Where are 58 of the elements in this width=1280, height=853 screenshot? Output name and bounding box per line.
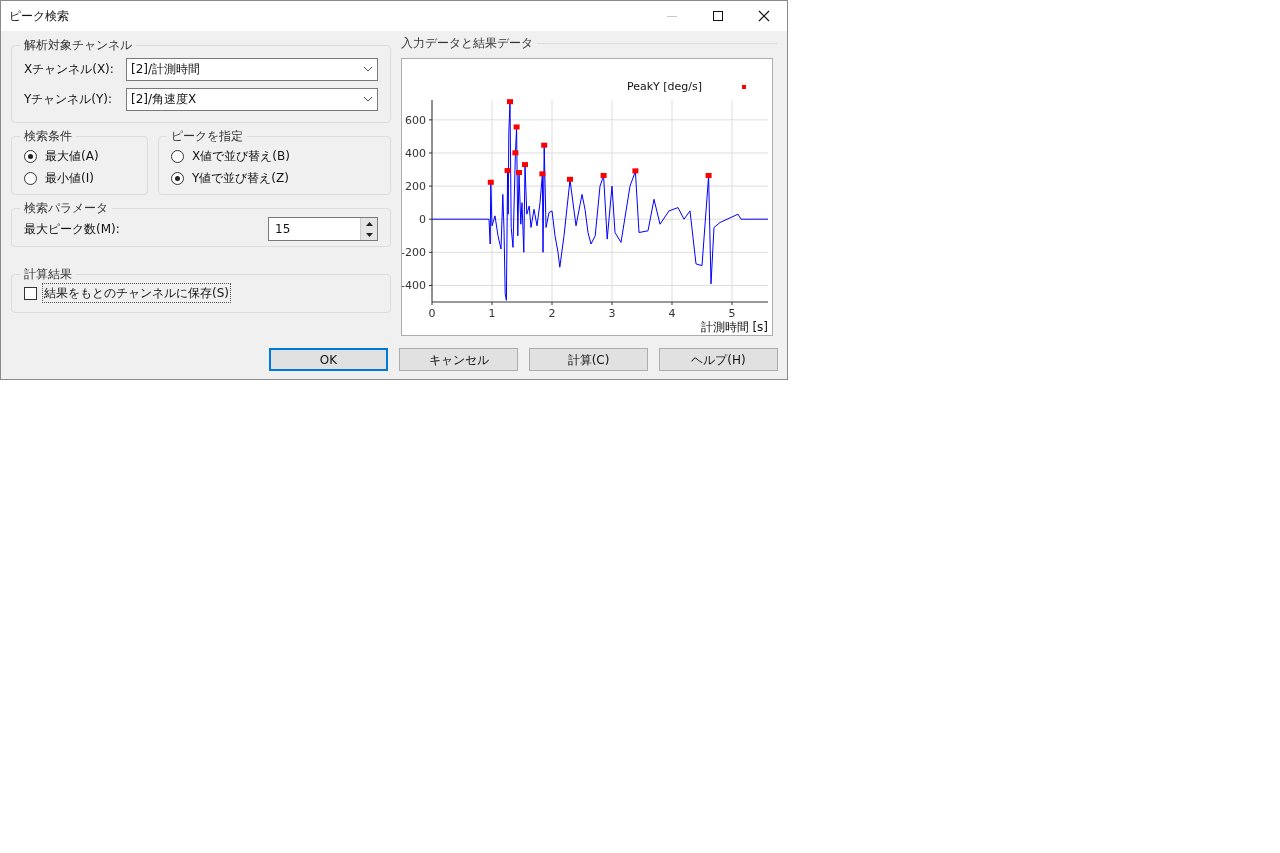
group-title: 検索条件 bbox=[23, 128, 73, 145]
x-axis-title: 計測時間 [s] bbox=[700, 320, 768, 334]
peak-marker bbox=[504, 168, 511, 174]
radio-button[interactable] bbox=[24, 149, 37, 163]
x-tick-label: 4 bbox=[668, 307, 676, 320]
channel-dropdown[interactable]: [2]/角速度X bbox=[126, 87, 378, 111]
spin-down-icon[interactable] bbox=[361, 229, 377, 240]
peak-marker bbox=[513, 124, 520, 130]
peak-marker bbox=[539, 171, 546, 177]
y-tick-label: 200 bbox=[405, 180, 426, 194]
peak-marker bbox=[632, 168, 639, 174]
group-title: 計算結果 bbox=[23, 266, 73, 283]
radio-option[interactable]: Y値で並び替え(Z) bbox=[171, 167, 378, 189]
peak-count-spinner[interactable]: 15 bbox=[268, 217, 378, 241]
checkbox[interactable] bbox=[24, 286, 37, 300]
peak-marker bbox=[516, 170, 522, 175]
group-title: 検索パラメータ bbox=[23, 200, 109, 217]
dialog-button[interactable]: OK bbox=[269, 348, 388, 371]
peak-marker bbox=[705, 173, 712, 178]
peak-marker bbox=[487, 179, 494, 185]
channel-dropdown[interactable]: [2]/計測時間 bbox=[126, 57, 378, 81]
chevron-down-icon bbox=[363, 96, 373, 102]
legend-marker bbox=[742, 85, 746, 90]
field-label: Yチャンネル(Y): bbox=[24, 91, 114, 108]
y-tick-label: -400 bbox=[402, 279, 426, 293]
radio-button[interactable] bbox=[24, 171, 37, 185]
radio-option[interactable]: 最大値(A) bbox=[24, 145, 135, 167]
radio-button[interactable] bbox=[171, 149, 184, 163]
field-label: 最大ピーク数(M): bbox=[24, 221, 121, 238]
y-tick-label: 0 bbox=[419, 213, 426, 227]
dialog-button[interactable]: 計算(C) bbox=[529, 348, 648, 371]
legend-label: PeakY [deg/s] bbox=[626, 79, 702, 95]
x-tick-label: 1 bbox=[488, 307, 496, 320]
group-title: ピークを指定 bbox=[170, 128, 244, 145]
x-tick-label: 5 bbox=[728, 307, 736, 320]
radio-option[interactable]: 最小値(I) bbox=[24, 167, 135, 189]
y-tick-label: 600 bbox=[405, 113, 426, 127]
x-tick-label: 3 bbox=[608, 307, 616, 320]
peak-marker bbox=[567, 176, 573, 182]
spin-up-icon[interactable] bbox=[361, 218, 377, 229]
peak-marker bbox=[600, 173, 607, 178]
peak-marker bbox=[522, 162, 528, 168]
peak-marker bbox=[507, 99, 513, 105]
window-title: ピーク検索 bbox=[9, 8, 70, 25]
group-title: 解析対象チャンネル bbox=[23, 37, 133, 54]
peak-marker bbox=[512, 150, 519, 156]
field-label: Xチャンネル(X): bbox=[24, 61, 115, 78]
x-tick-label: 2 bbox=[548, 307, 556, 320]
radio-option[interactable]: X値で並び替え(B) bbox=[171, 145, 378, 167]
dialog-button[interactable]: ヘルプ(H) bbox=[659, 348, 778, 371]
y-tick-label: -200 bbox=[402, 246, 426, 260]
peak-marker bbox=[541, 142, 548, 148]
radio-button[interactable] bbox=[171, 171, 184, 185]
chevron-down-icon bbox=[363, 66, 373, 72]
dialog-button[interactable]: キャンセル bbox=[399, 348, 518, 371]
x-tick-label: 0 bbox=[428, 307, 436, 320]
y-tick-label: 400 bbox=[405, 147, 426, 160]
group-title: 入力データと結果データ bbox=[401, 35, 533, 52]
